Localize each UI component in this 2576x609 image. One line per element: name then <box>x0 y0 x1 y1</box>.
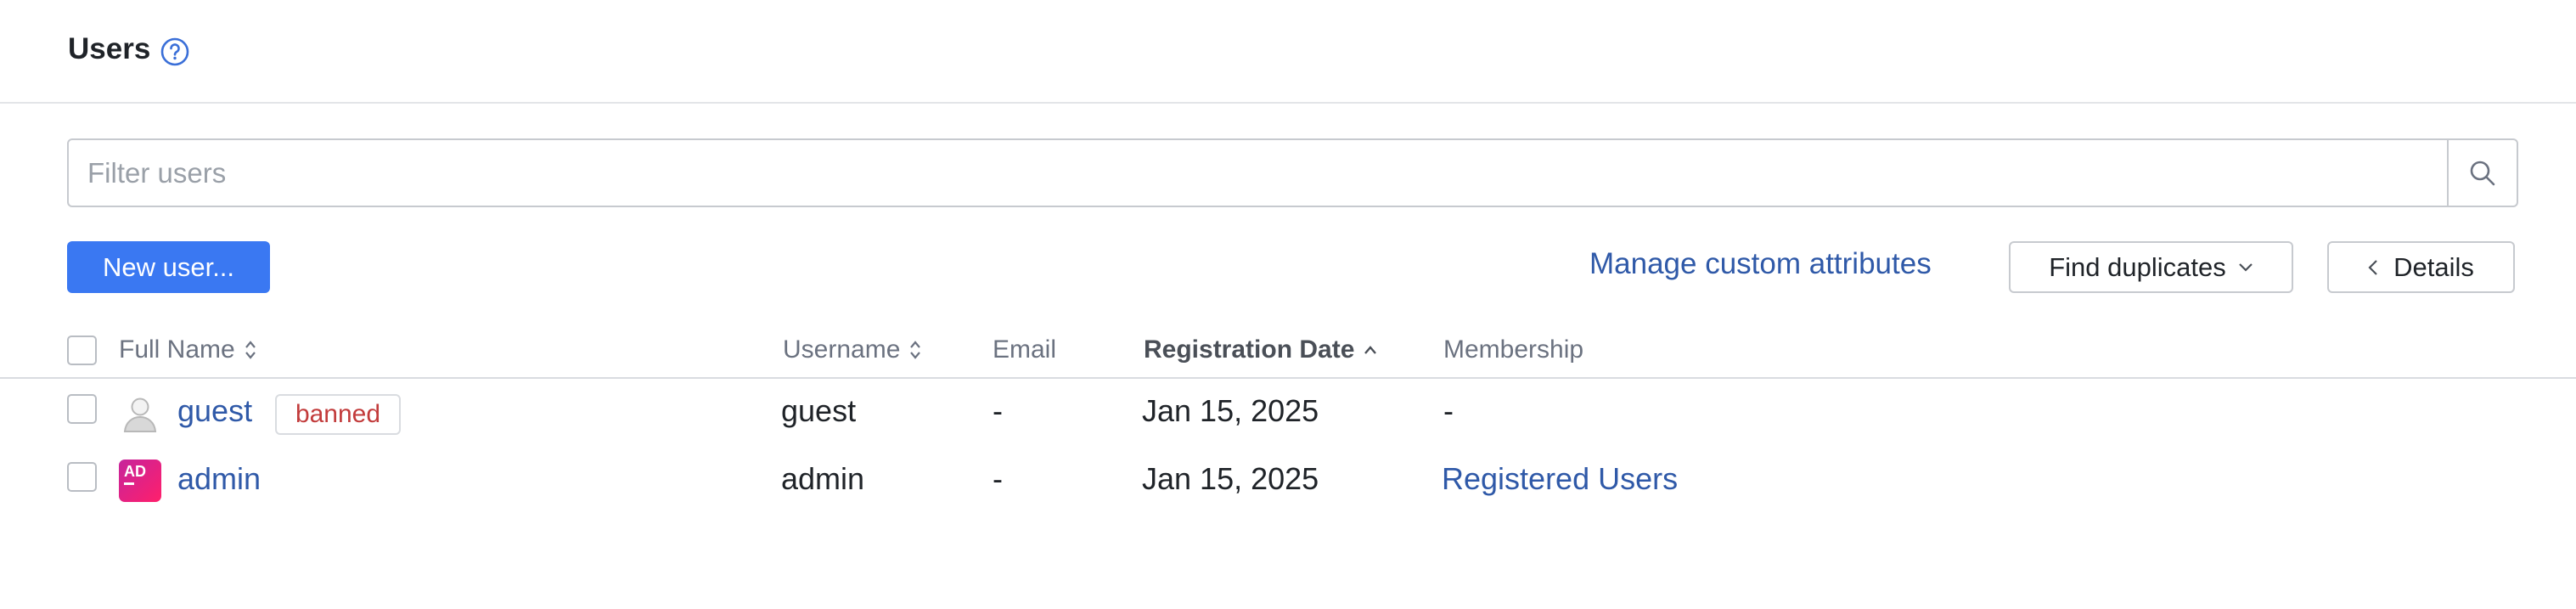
avatar-initials: AD <box>124 463 146 480</box>
membership-cell: - <box>1443 393 1454 428</box>
question-circle-icon[interactable] <box>160 37 190 67</box>
username-cell: guest <box>781 393 857 428</box>
column-label: Email <box>993 336 1057 364</box>
filter-bar <box>67 138 2518 207</box>
row-checkbox[interactable] <box>67 394 97 424</box>
details-label: Details <box>2393 251 2474 282</box>
column-header-full-name[interactable]: Full Name <box>119 336 257 364</box>
manage-custom-attributes-link[interactable]: Manage custom attributes <box>1589 247 1932 281</box>
page-title: Users <box>68 32 151 65</box>
details-button[interactable]: Details <box>2327 241 2515 293</box>
default-user-avatar-icon <box>123 398 157 432</box>
column-label: Username <box>783 336 901 364</box>
new-user-button[interactable]: New user... <box>67 241 270 293</box>
chevron-down-icon <box>2238 262 2253 272</box>
membership-group-link[interactable]: Registered Users <box>1442 461 1678 497</box>
column-header-membership: Membership <box>1443 336 1583 364</box>
chevron-left-icon <box>2368 259 2377 275</box>
select-all-checkbox[interactable] <box>67 336 97 365</box>
column-header-registration-date[interactable]: Registration Date <box>1144 336 1378 364</box>
column-label: Registration Date <box>1144 336 1355 364</box>
user-avatar: AD <box>119 460 161 502</box>
username-cell: admin <box>781 461 865 496</box>
search-button[interactable] <box>2447 140 2517 206</box>
registration-date-cell: Jan 15, 2025 <box>1142 461 1319 496</box>
banned-badge: banned <box>275 394 401 435</box>
find-duplicates-button[interactable]: Find duplicates <box>2009 241 2293 293</box>
sort-icon <box>910 341 921 359</box>
registration-date-cell: Jan 15, 2025 <box>1142 393 1319 428</box>
column-label: Membership <box>1443 336 1584 364</box>
user-full-name-link[interactable]: admin <box>177 461 261 497</box>
email-cell: - <box>993 393 1003 428</box>
row-checkbox[interactable] <box>67 462 97 492</box>
find-duplicates-label: Find duplicates <box>2049 251 2226 282</box>
search-icon <box>2470 161 2495 185</box>
sort-ascending-icon <box>1364 346 1377 354</box>
column-header-username[interactable]: Username <box>783 336 922 364</box>
column-label: Full Name <box>119 336 235 364</box>
page-header: Users <box>0 0 2576 104</box>
filter-users-input[interactable] <box>69 140 2447 206</box>
user-full-name-link[interactable]: guest <box>177 393 252 429</box>
column-header-email: Email <box>993 336 1056 364</box>
table-header-divider <box>0 377 2576 379</box>
sort-icon <box>245 341 256 359</box>
email-cell: - <box>993 461 1003 496</box>
